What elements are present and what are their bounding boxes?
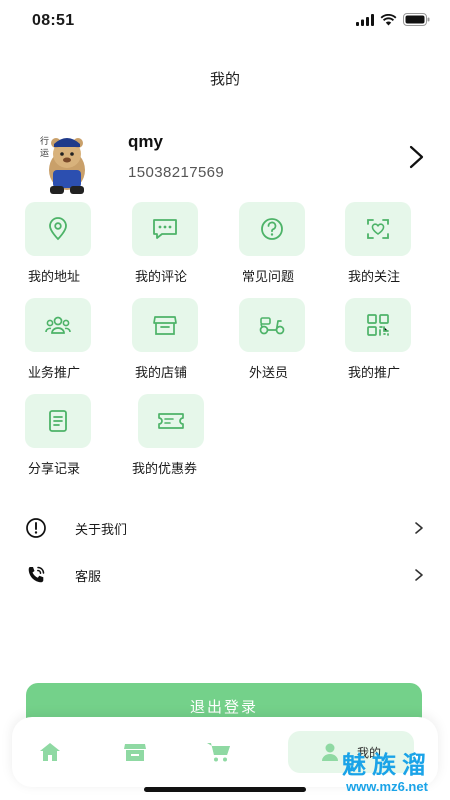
grid-label-comments: 我的评论 <box>135 270 188 285</box>
scooter-icon <box>259 317 285 335</box>
grid-item-share-records[interactable]: 分享记录 <box>25 394 125 484</box>
phone-call-icon <box>28 566 45 583</box>
grid-item-my-promo[interactable]: 我的推广 <box>345 298 445 388</box>
follow-heart-icon <box>367 219 389 239</box>
tab-home[interactable] <box>36 731 64 773</box>
tab-cart[interactable] <box>204 731 234 773</box>
grid-item-follow[interactable]: 我的关注 <box>345 202 445 292</box>
coupon-icon <box>158 413 184 429</box>
tile-comments[interactable] <box>132 202 198 256</box>
grid-label-address: 我的地址 <box>28 270 81 285</box>
grid-item-comments[interactable]: 我的评论 <box>132 202 232 292</box>
home-icon <box>40 743 60 761</box>
svg-text:行: 行 <box>40 135 49 147</box>
svg-text:运: 运 <box>40 148 49 159</box>
chevron-right-icon[interactable] <box>404 144 428 170</box>
watermark-title: 魅族溜 <box>342 751 432 779</box>
tile-share-records[interactable] <box>25 394 91 448</box>
grid-label-courier: 外送员 <box>249 366 289 381</box>
grid-label-follow: 我的关注 <box>348 270 401 285</box>
grid-item-business-promo[interactable]: 业务推广 <box>25 298 125 388</box>
menu-label-service: 客服 <box>75 570 102 585</box>
status-time: 08:51 <box>32 12 75 29</box>
menu-row-about[interactable]: 关于我们 <box>0 509 450 549</box>
tab-store[interactable] <box>120 731 150 773</box>
grid-label-share-records: 分享记录 <box>28 462 81 477</box>
menu-row-service[interactable]: 客服 <box>0 556 450 596</box>
store-icon <box>124 744 146 761</box>
wifi-icon <box>380 13 397 25</box>
status-bar: 08:51 <box>0 0 450 44</box>
tile-follow[interactable] <box>345 202 411 256</box>
cart-icon <box>207 743 230 762</box>
grid-item-coupons[interactable]: 我的优惠券 <box>132 394 232 484</box>
tile-coupons[interactable] <box>138 394 204 448</box>
menu-label-about: 关于我们 <box>75 523 128 538</box>
phone-number: 15038217569 <box>128 164 225 181</box>
grid-item-courier[interactable]: 外送员 <box>239 298 339 388</box>
tile-address[interactable] <box>25 202 91 256</box>
tile-business-promo[interactable] <box>25 298 91 352</box>
status-icons <box>356 13 430 26</box>
store-icon <box>153 316 177 335</box>
avatar[interactable]: 行 运 <box>38 130 96 196</box>
tile-store[interactable] <box>132 298 198 352</box>
battery-icon <box>403 13 430 26</box>
grid-item-address[interactable]: 我的地址 <box>25 202 125 292</box>
watermark-url: www.mz6.net <box>346 779 428 794</box>
home-indicator <box>144 787 306 792</box>
info-icon <box>26 518 46 538</box>
watermark: 魅族溜 www.mz6.net <box>342 751 432 794</box>
tile-courier[interactable] <box>239 298 305 352</box>
grid-label-my-promo: 我的推广 <box>348 366 401 381</box>
grid-label-faq: 常见问题 <box>242 270 295 285</box>
grid-label-coupons: 我的优惠券 <box>132 462 198 477</box>
grid-item-faq[interactable]: 常见问题 <box>239 202 339 292</box>
question-icon <box>261 218 283 240</box>
grid-label-business-promo: 业务推广 <box>28 366 81 381</box>
tile-faq[interactable] <box>239 202 305 256</box>
tile-my-promo[interactable] <box>345 298 411 352</box>
chevron-right-icon <box>415 522 423 534</box>
grid-label-store: 我的店铺 <box>135 366 188 381</box>
grid-item-store[interactable]: 我的店铺 <box>132 298 232 388</box>
page-title: 我的 <box>209 70 240 88</box>
qrcode-icon <box>367 314 389 336</box>
profile-card[interactable]: 行 运 qmy 15038217569 <box>0 120 450 195</box>
username: qmy <box>128 132 163 151</box>
comment-icon <box>153 219 177 239</box>
location-pin-icon <box>49 217 67 241</box>
team-icon <box>45 316 71 334</box>
user-icon <box>321 743 338 761</box>
signal-icon <box>356 13 374 26</box>
chevron-right-icon <box>415 569 423 581</box>
document-icon <box>49 410 67 432</box>
